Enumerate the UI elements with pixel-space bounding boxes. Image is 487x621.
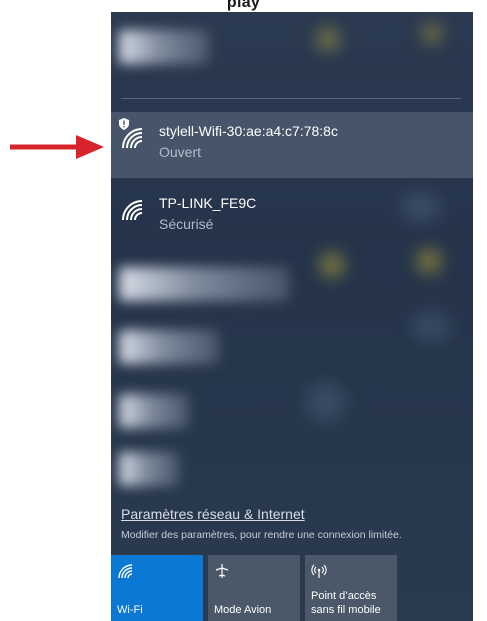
wifi-toggle-tile[interactable]: Wi-Fi: [111, 555, 203, 621]
blurred-network-entry[interactable]: [119, 394, 189, 428]
network-ssid: stylell-Wifi-30:ae:a4:c7:78:8c: [159, 123, 338, 139]
blurred-background-light: [316, 27, 340, 51]
divider: [121, 98, 461, 99]
network-status: Ouvert: [159, 144, 202, 160]
blurred-background-light: [319, 252, 345, 278]
network-settings-description: Modifier des paramètres, pour rendre une…: [121, 529, 402, 541]
network-flyout: stylell-Wifi-30:ae:a4:c7:78:8c Ouvert TP…: [111, 12, 473, 621]
warning-shield-icon: [119, 118, 129, 130]
blurred-background-light: [421, 22, 443, 44]
blurred-background-light: [416, 248, 442, 274]
blurred-network-entry[interactable]: [119, 30, 209, 64]
airplane-icon: [215, 564, 229, 578]
blurred-network-entry[interactable]: [119, 267, 289, 301]
network-settings-link[interactable]: Paramètres réseau & Internet: [121, 506, 305, 522]
network-item-secured[interactable]: TP-LINK_FE9C Sécurisé: [111, 184, 473, 250]
hotspot-icon: [311, 564, 327, 578]
network-item-open[interactable]: stylell-Wifi-30:ae:a4:c7:78:8c Ouvert: [111, 112, 473, 178]
network-ssid: TP-LINK_FE9C: [159, 195, 257, 211]
tile-label-line1: Point d’accès: [311, 590, 377, 602]
wifi-signal-icon: [122, 200, 143, 221]
mobile-hotspot-tile[interactable]: Point d’accès sans fil mobile: [305, 555, 397, 621]
tile-label-line2: sans fil mobile: [311, 604, 381, 616]
tile-label: Mode Avion: [214, 604, 272, 616]
blurred-background-light: [306, 382, 346, 422]
tile-label: Point d’accès sans fil mobile: [311, 589, 381, 617]
annotation-arrow: [10, 135, 104, 159]
wifi-icon: [118, 564, 133, 579]
cropped-header-text: play: [226, 0, 261, 11]
blurred-network-entry[interactable]: [119, 452, 179, 486]
tile-label: Wi-Fi: [117, 604, 143, 616]
airplane-mode-tile[interactable]: Mode Avion: [208, 555, 300, 621]
network-status: Sécurisé: [159, 216, 214, 232]
blurred-background-light: [411, 312, 451, 342]
blurred-network-entry[interactable]: [119, 330, 219, 364]
